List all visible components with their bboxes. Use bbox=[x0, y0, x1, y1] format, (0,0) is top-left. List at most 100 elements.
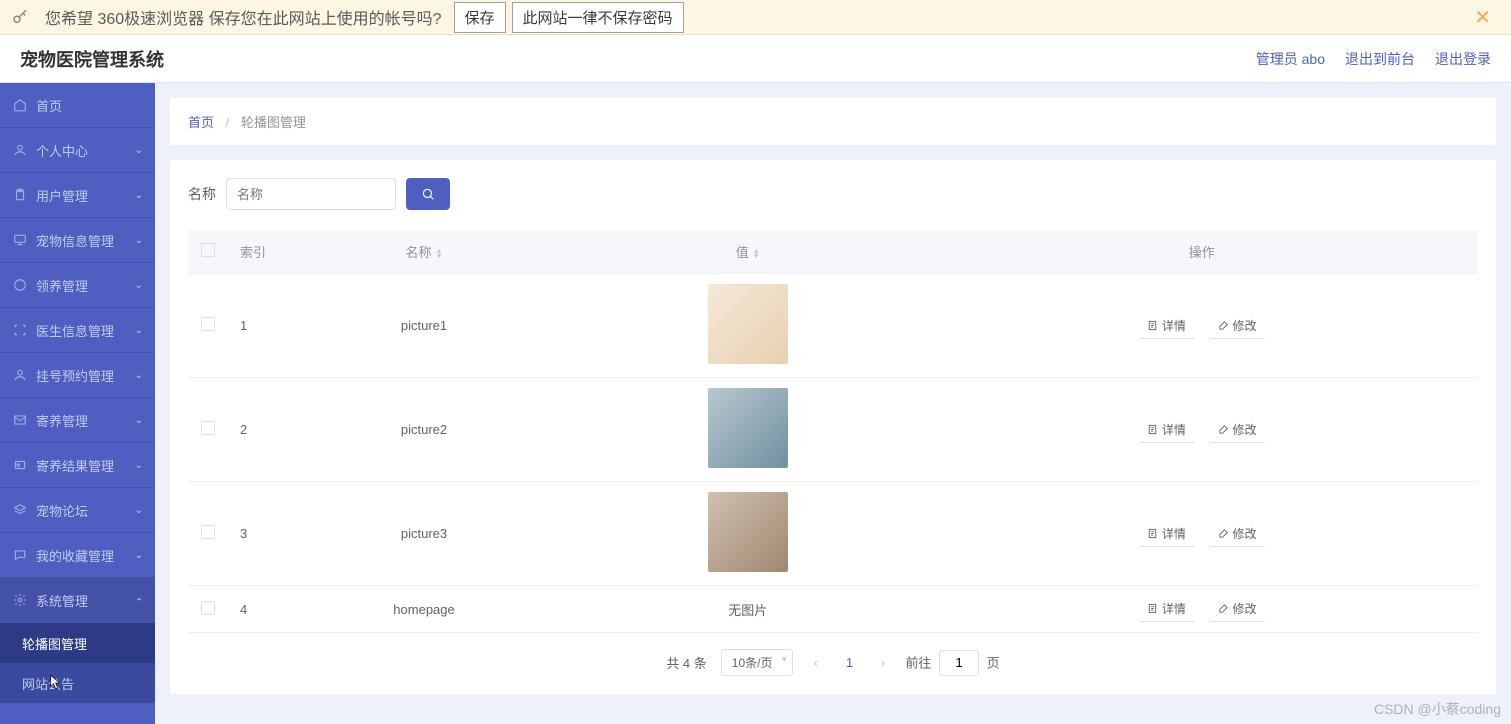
thumbnail-image[interactable] bbox=[708, 492, 788, 572]
chevron-down-icon: ⌄ bbox=[135, 325, 143, 336]
user-icon bbox=[12, 142, 28, 158]
scan-icon bbox=[12, 322, 28, 338]
sidebar-item-label: 个人中心 bbox=[36, 141, 88, 160]
table-row: 2 picture2 详情 修改 bbox=[188, 378, 1478, 482]
watermark: CSDN @小蔡coding bbox=[1374, 699, 1501, 719]
edit-button[interactable]: 修改 bbox=[1210, 521, 1265, 547]
sort-icon: ▲▼ bbox=[436, 249, 443, 259]
sidebar-item-8[interactable]: 寄养结果管理⌄ bbox=[0, 443, 155, 488]
browser-never-button[interactable]: 此网站一律不保存密码 bbox=[512, 2, 684, 33]
sidebar-item-10[interactable]: 我的收藏管理 ⌄ bbox=[0, 533, 155, 578]
edit-button[interactable]: 修改 bbox=[1210, 313, 1265, 339]
row-checkbox[interactable] bbox=[201, 421, 215, 435]
checkbox-all[interactable] bbox=[201, 243, 215, 257]
detail-button[interactable]: 详情 bbox=[1139, 596, 1194, 622]
sidebar-item-label: 用户管理 bbox=[36, 186, 88, 205]
page-prev[interactable]: ‹ bbox=[807, 655, 823, 670]
sidebar-item-6[interactable]: 挂号预约管理 ⌄ bbox=[0, 353, 155, 398]
chevron-down-icon: ⌄ bbox=[135, 550, 143, 561]
admin-link[interactable]: 管理员 abo bbox=[1256, 49, 1325, 69]
sidebar-item-label: 我的收藏管理 bbox=[36, 546, 114, 565]
cell-actions: 详情 修改 bbox=[925, 482, 1478, 586]
sidebar-subitem-11-1[interactable]: 网站公告 bbox=[0, 663, 155, 703]
no-image-text: 无图片 bbox=[728, 603, 767, 618]
cell-actions: 详情 修改 bbox=[925, 586, 1478, 633]
key-icon bbox=[10, 7, 30, 27]
sidebar-item-4[interactable]: 领养管理 ⌄ bbox=[0, 263, 155, 308]
sidebar-item-9[interactable]: 宠物论坛 ⌄ bbox=[0, 488, 155, 533]
page-next[interactable]: › bbox=[875, 655, 891, 670]
chat-icon bbox=[12, 547, 28, 563]
sidebar-item-label: 寄养管理 bbox=[36, 411, 88, 430]
sidebar-item-5[interactable]: 医生信息管理 ⌄ bbox=[0, 308, 155, 353]
cell-value bbox=[570, 482, 925, 586]
page-number[interactable]: 1 bbox=[838, 655, 861, 670]
sidebar-item-label: 领养管理 bbox=[36, 276, 88, 295]
search-input[interactable] bbox=[226, 178, 396, 210]
chevron-down-icon: ⌄ bbox=[135, 595, 143, 606]
breadcrumb-current: 轮播图管理 bbox=[241, 115, 306, 130]
cell-name: picture1 bbox=[278, 274, 570, 378]
top-links: 管理员 abo 退出到前台 退出登录 bbox=[1256, 49, 1491, 69]
sidebar-subitem-11-0[interactable]: 轮播图管理 bbox=[0, 623, 155, 663]
sidebar-item-label: 宠物信息管理 bbox=[36, 231, 114, 250]
chevron-down-icon: ⌄ bbox=[135, 145, 143, 156]
cell-name: picture2 bbox=[278, 378, 570, 482]
sidebar-item-0[interactable]: 首页 bbox=[0, 83, 155, 128]
breadcrumb-separator: / bbox=[226, 115, 230, 130]
cell-value: 无图片 bbox=[570, 586, 925, 633]
browser-save-message: 您希望 360极速浏览器 保存您在此网站上使用的帐号吗? bbox=[45, 5, 442, 29]
thumbnail-image[interactable] bbox=[708, 388, 788, 468]
goto-input[interactable] bbox=[939, 650, 979, 676]
clipboard-icon bbox=[12, 187, 28, 203]
edit-button[interactable]: 修改 bbox=[1210, 417, 1265, 443]
table-row: 1 picture1 详情 修改 bbox=[188, 274, 1478, 378]
pagination-total: 共 4 条 bbox=[666, 653, 706, 672]
detail-button[interactable]: 详情 bbox=[1139, 313, 1194, 339]
table-row: 4 homepage 无图片 详情 修改 bbox=[188, 586, 1478, 633]
chevron-down-icon: ⌄ bbox=[135, 505, 143, 516]
chevron-down-icon: ⌄ bbox=[135, 460, 143, 471]
user-icon bbox=[12, 367, 28, 383]
sidebar-item-11[interactable]: 系统管理 ⌄ bbox=[0, 578, 155, 623]
exit-front-link[interactable]: 退出到前台 bbox=[1345, 49, 1415, 69]
thumbnail-image[interactable] bbox=[708, 284, 788, 364]
logout-link[interactable]: 退出登录 bbox=[1435, 49, 1491, 69]
search-icon bbox=[421, 187, 435, 201]
search-button[interactable] bbox=[406, 178, 450, 210]
cell-actions: 详情 修改 bbox=[925, 274, 1478, 378]
sidebar-item-label: 宠物论坛 bbox=[36, 501, 88, 520]
chevron-down-icon: ⌄ bbox=[135, 370, 143, 381]
goto-label: 前往 页 bbox=[905, 650, 999, 676]
monitor-icon bbox=[12, 232, 28, 248]
chevron-down-icon: ⌄ bbox=[135, 280, 143, 291]
detail-button[interactable]: 详情 bbox=[1139, 417, 1194, 443]
breadcrumb-home[interactable]: 首页 bbox=[188, 115, 214, 130]
top-header: 宠物医院管理系统 管理员 abo 退出到前台 退出登录 bbox=[0, 35, 1511, 83]
detail-button[interactable]: 详情 bbox=[1139, 521, 1194, 547]
th-name[interactable]: 名称▲▼ bbox=[278, 230, 570, 274]
search-row: 名称 bbox=[188, 178, 1478, 210]
cell-actions: 详情 修改 bbox=[925, 378, 1478, 482]
table-row: 3 picture3 详情 修改 bbox=[188, 482, 1478, 586]
page-size-select[interactable]: 10条/页 bbox=[721, 649, 794, 676]
sidebar-item-7[interactable]: 寄养管理⌄ bbox=[0, 398, 155, 443]
circle-icon bbox=[12, 277, 28, 293]
sidebar-item-label: 挂号预约管理 bbox=[36, 366, 114, 385]
th-value[interactable]: 值▲▼ bbox=[570, 230, 925, 274]
row-checkbox[interactable] bbox=[201, 601, 215, 615]
gear-icon bbox=[12, 592, 28, 608]
close-icon[interactable]: ✕ bbox=[1464, 5, 1501, 30]
sidebar-item-1[interactable]: 个人中心 ⌄ bbox=[0, 128, 155, 173]
sidebar-item-label: 医生信息管理 bbox=[36, 321, 114, 340]
main-panel: 名称 索引 名称▲▼ 值▲▼ 操作 1 pict bbox=[170, 160, 1496, 694]
row-checkbox[interactable] bbox=[201, 525, 215, 539]
browser-save-button[interactable]: 保存 bbox=[454, 2, 506, 33]
row-checkbox[interactable] bbox=[201, 317, 215, 331]
edit-button[interactable]: 修改 bbox=[1210, 596, 1265, 622]
sidebar-item-label: 系统管理 bbox=[36, 591, 88, 610]
cell-value bbox=[570, 274, 925, 378]
sidebar-item-3[interactable]: 宠物信息管理⌄ bbox=[0, 218, 155, 263]
sidebar-item-2[interactable]: 用户管理⌄ bbox=[0, 173, 155, 218]
breadcrumb: 首页 / 轮播图管理 bbox=[170, 98, 1496, 145]
